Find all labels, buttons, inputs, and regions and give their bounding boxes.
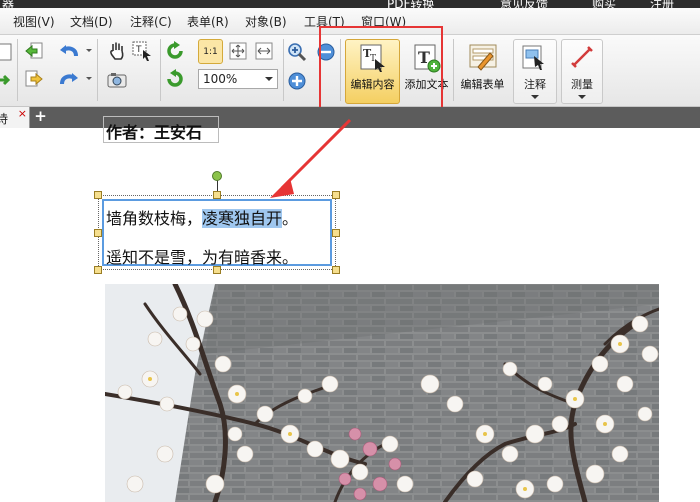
zoom-value: 100% <box>203 72 238 86</box>
pdf-convert-button[interactable]: PDF转换 <box>387 0 434 8</box>
document-tab[interactable]: 诗 × <box>0 107 30 128</box>
green-arrow-icon[interactable] <box>0 69 14 91</box>
author-text-box[interactable]: 作者：王安石 <box>103 116 219 143</box>
undo-icon[interactable] <box>58 40 80 62</box>
title-bar: 器 PDF转换 意见反馈 购买 注册 <box>0 0 700 8</box>
author-line: 作者：王安石 <box>106 123 203 142</box>
plum-blossom-image <box>105 284 659 502</box>
menu-tools[interactable]: 工具(T) <box>304 13 345 30</box>
annotate-label: 注释 <box>524 78 546 91</box>
undo-dropdown-icon[interactable] <box>86 49 92 52</box>
zoom-in-magnifier-icon[interactable] <box>286 41 308 63</box>
toolbar: T 1:1 100% T T 编辑内容 T 添加文本 编辑表单 注释 测量 <box>0 35 700 107</box>
resize-handle-bottom-right[interactable] <box>332 266 340 274</box>
document-page: 作者：王安石 墙角数枝梅，凌寒独自开。 遥知不是雪，为有暗香来。 <box>0 116 700 502</box>
chevron-down-icon <box>578 95 586 99</box>
poem-line-1[interactable]: 墙角数枝梅，凌寒独自开。 <box>106 205 298 229</box>
zoom-in-icon[interactable] <box>286 70 308 92</box>
edit-form-button[interactable]: 编辑表单 <box>455 39 510 104</box>
menu-comment[interactable]: 注释(C) <box>130 13 172 30</box>
measure-ruler-icon <box>571 46 593 68</box>
rotation-handle[interactable] <box>212 171 222 181</box>
add-text-button[interactable]: T 添加文本 <box>399 39 454 104</box>
document-tab-label: 诗 <box>0 112 9 126</box>
toolbar-separator <box>283 39 284 101</box>
menu-view[interactable]: 视图(V) <box>13 13 55 30</box>
measure-label: 测量 <box>571 78 593 91</box>
menu-window[interactable]: 窗口(W) <box>361 13 406 30</box>
hand-tool-icon[interactable] <box>106 40 128 62</box>
menu-bar: 视图(V) 文档(D) 注释(C) 表单(R) 对象(B) 工具(T) 窗口(W… <box>0 8 700 35</box>
edit-form-icon <box>469 44 497 71</box>
zoom-select[interactable]: 100% <box>198 69 278 89</box>
edit-content-icon: T T <box>360 44 385 72</box>
edit-content-label: 编辑内容 <box>350 78 395 91</box>
toolbar-separator <box>453 39 454 101</box>
toolbar-separator <box>97 39 98 101</box>
menu-object[interactable]: 对象(B) <box>245 13 287 30</box>
register-button[interactable]: 注册 <box>650 0 674 8</box>
annotate-icon <box>522 45 544 70</box>
snapshot-camera-icon[interactable] <box>106 69 128 91</box>
fit-width-icon[interactable] <box>253 40 275 62</box>
buy-button[interactable]: 购买 <box>592 0 616 8</box>
toolbar-separator <box>340 39 341 101</box>
previous-page-icon[interactable] <box>23 40 45 62</box>
poem-line-2[interactable]: 遥知不是雪，为有暗香来。 <box>106 244 298 268</box>
chevron-down-icon <box>265 77 273 81</box>
add-text-icon: T <box>414 44 441 73</box>
svg-text:T: T <box>135 45 142 55</box>
toolbar-separator <box>160 39 161 101</box>
resize-handle-left[interactable] <box>94 229 102 237</box>
poem-line-1-end: 。 <box>282 209 299 228</box>
actual-size-label: 1:1 <box>203 46 218 57</box>
page-icon[interactable] <box>0 41 16 63</box>
app-title: 器 <box>2 0 15 8</box>
menu-form[interactable]: 表单(R) <box>187 13 229 30</box>
redo-icon[interactable] <box>58 68 80 90</box>
selected-text: 凌寒独自开 <box>202 209 283 228</box>
actual-size-button[interactable]: 1:1 <box>198 39 223 64</box>
new-tab-button[interactable]: + <box>33 109 48 124</box>
close-tab-icon[interactable]: × <box>18 107 27 120</box>
resize-handle-top[interactable] <box>213 191 221 199</box>
edit-form-label: 编辑表单 <box>460 78 505 91</box>
toolbar-separator <box>17 39 18 101</box>
select-text-icon[interactable]: T <box>131 40 153 62</box>
poem-line-1-start: 墙角数枝梅， <box>106 209 203 228</box>
menu-document[interactable]: 文档(D) <box>70 13 113 30</box>
add-text-label: 添加文本 <box>404 78 449 91</box>
resize-handle-bottom-left[interactable] <box>94 266 102 274</box>
zoom-out-icon[interactable] <box>315 41 337 63</box>
next-page-icon[interactable] <box>23 68 45 90</box>
fit-page-icon[interactable] <box>227 40 249 62</box>
measure-dropdown-button[interactable]: 测量 <box>561 39 603 104</box>
resize-handle-top-right[interactable] <box>332 191 340 199</box>
resize-handle-right[interactable] <box>332 229 340 237</box>
chevron-down-icon <box>531 95 539 99</box>
annotate-dropdown-button[interactable]: 注释 <box>513 39 557 104</box>
feedback-button[interactable]: 意见反馈 <box>500 0 548 8</box>
resize-handle-top-left[interactable] <box>94 191 102 199</box>
rotate-counterclockwise-icon[interactable] <box>164 68 186 90</box>
redo-dropdown-icon[interactable] <box>86 77 92 80</box>
rotate-clockwise-icon[interactable] <box>164 40 186 62</box>
edit-content-button[interactable]: T T 编辑内容 <box>345 39 400 104</box>
